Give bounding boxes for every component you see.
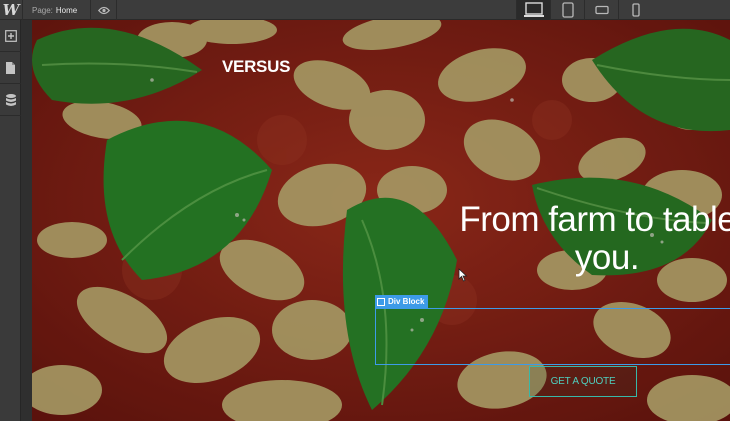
device-phone-landscape-button[interactable] [584, 0, 618, 20]
webflow-logo[interactable]: W [0, 0, 23, 20]
phone-portrait-icon [631, 3, 640, 17]
page-selector[interactable]: Page: Home [24, 0, 91, 20]
device-desktop-button[interactable] [516, 0, 550, 20]
get-a-quote-button[interactable]: GET A QUOTE [529, 366, 637, 397]
page-icon [6, 61, 15, 74]
element-selection-label: Div Block [388, 297, 425, 306]
eye-icon [98, 6, 110, 14]
cms-button[interactable] [0, 84, 21, 116]
hero-headline[interactable]: From farm to table t you. [392, 201, 730, 277]
element-selection-tag[interactable]: Div Block [375, 295, 429, 308]
pages-button[interactable] [0, 52, 21, 84]
canvas-gutter [21, 20, 32, 421]
design-canvas[interactable]: VERSUS From farm to table t you. Div Blo… [32, 20, 730, 421]
device-phone-portrait-button[interactable] [618, 0, 652, 20]
square-icon [377, 297, 385, 306]
page-prefix-label: Page: [32, 5, 53, 15]
brand-logo-text[interactable]: VERSUS [222, 57, 290, 77]
selected-div-block[interactable] [375, 308, 730, 365]
add-elements-button[interactable] [0, 20, 21, 52]
plus-icon [4, 29, 17, 42]
page-name: Home [55, 5, 78, 15]
left-toolbar [0, 20, 21, 421]
top-bar: W Page: Home [0, 0, 730, 20]
preview-button[interactable] [92, 0, 117, 20]
webflow-designer: W Page: Home VERSUS From farm to table y… [0, 0, 730, 421]
device-tablet-button[interactable] [550, 0, 584, 20]
phone-landscape-icon [594, 5, 609, 15]
database-icon [5, 93, 16, 106]
device-switcher [516, 0, 652, 20]
mouse-cursor-icon [458, 268, 468, 282]
desktop-icon [523, 2, 544, 17]
tablet-icon [561, 2, 574, 18]
